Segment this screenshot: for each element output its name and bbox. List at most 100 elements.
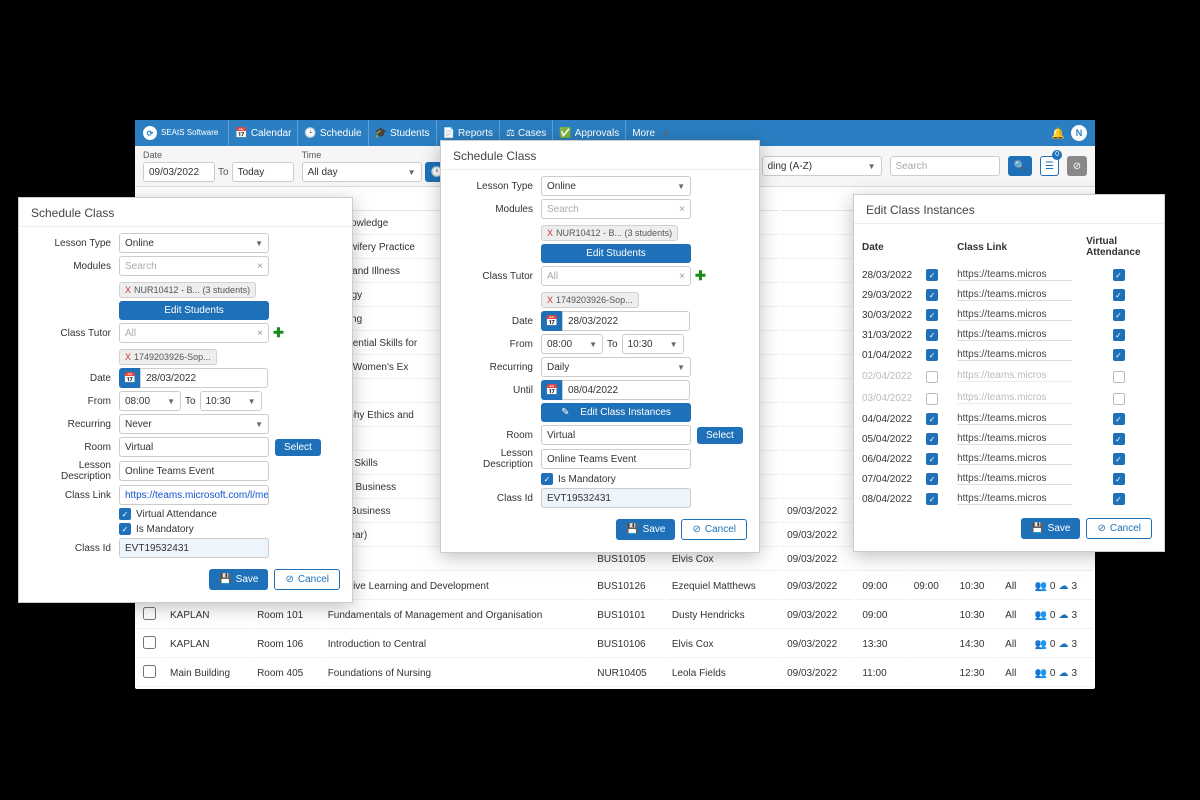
edit-students-button[interactable]: Edit Students xyxy=(541,244,691,263)
table-row[interactable]: KAPLANRoom 106Introduction to CentralBUS… xyxy=(137,631,1093,658)
cloud-icon[interactable]: ☁ xyxy=(1058,639,1068,650)
date-input[interactable]: 28/03/2022 xyxy=(140,368,268,388)
edit-instances-button[interactable]: ✎ Edit Class Instances xyxy=(541,403,691,422)
recurring-select[interactable]: Never▼ xyxy=(119,414,269,434)
cancel-button[interactable]: ⊘Cancel xyxy=(1086,518,1152,539)
instance-va-checkbox[interactable] xyxy=(1113,393,1125,405)
search-button[interactable]: 🔍 xyxy=(1008,156,1032,176)
save-button[interactable]: 💾Save xyxy=(209,569,268,590)
modules-search-input[interactable]: Search× xyxy=(541,199,691,219)
module-tag[interactable]: XNUR10412 - B... (3 students) xyxy=(541,225,678,241)
cloud-icon[interactable]: ☁ xyxy=(1058,610,1068,621)
remove-icon[interactable]: X xyxy=(547,295,553,305)
instance-link[interactable]: https://teams.micros xyxy=(957,433,1072,445)
nav-students[interactable]: 🎓Students xyxy=(368,120,436,146)
room-select-button[interactable]: Select xyxy=(697,427,743,444)
date-from-input[interactable]: 09/03/2022 xyxy=(143,162,215,182)
virtual-attendance-checkbox[interactable] xyxy=(119,508,131,520)
recurring-select[interactable]: Daily▼ xyxy=(541,357,691,377)
instance-link[interactable]: https://teams.micros xyxy=(957,289,1072,301)
instance-va-checkbox[interactable] xyxy=(1113,371,1125,383)
nav-schedule[interactable]: 🕒Schedule xyxy=(297,120,367,146)
module-tag[interactable]: XNUR10412 - B... (3 students) xyxy=(119,282,256,298)
lesson-type-select[interactable]: Online▼ xyxy=(541,176,691,196)
edit-students-button[interactable]: Edit Students xyxy=(119,301,269,320)
save-button[interactable]: 💾Save xyxy=(1021,518,1080,539)
instance-va-checkbox[interactable] xyxy=(1113,309,1125,321)
instance-enable-checkbox[interactable] xyxy=(926,493,938,505)
users-icon[interactable]: 👥 xyxy=(1034,639,1046,650)
remove-icon[interactable]: X xyxy=(125,285,131,295)
instance-va-checkbox[interactable] xyxy=(1113,349,1125,361)
row-checkbox[interactable] xyxy=(143,607,156,620)
sort-select[interactable]: ding (A-Z)▼ xyxy=(762,156,882,176)
instance-enable-checkbox[interactable] xyxy=(926,433,938,445)
row-checkbox[interactable] xyxy=(143,665,156,678)
mandatory-checkbox[interactable] xyxy=(541,473,553,485)
from-time-select[interactable]: 08:00▼ xyxy=(541,334,603,354)
link-input[interactable]: https://teams.microsoft.com/l/meetu xyxy=(119,485,269,505)
table-row[interactable]: Main BuildingRoom 405Foundations of Nurs… xyxy=(137,660,1093,687)
instance-enable-checkbox[interactable] xyxy=(926,371,938,383)
instance-va-checkbox[interactable] xyxy=(1113,493,1125,505)
desc-input[interactable]: Online Teams Event xyxy=(119,461,269,481)
instance-enable-checkbox[interactable] xyxy=(926,329,938,341)
instance-enable-checkbox[interactable] xyxy=(926,269,938,281)
remove-icon[interactable]: X xyxy=(547,228,553,238)
instance-va-checkbox[interactable] xyxy=(1113,329,1125,341)
calendar-icon[interactable]: 📅 xyxy=(541,311,563,331)
room-input[interactable]: Virtual xyxy=(541,425,691,445)
cloud-icon[interactable]: ☁ xyxy=(1058,668,1068,679)
table-row[interactable]: KAPLANRoom 101Fundamentals of Management… xyxy=(137,602,1093,629)
date-to-input[interactable]: Today xyxy=(232,162,294,182)
instance-link[interactable]: https://teams.micros xyxy=(957,349,1072,361)
room-input[interactable]: Virtual xyxy=(119,437,269,457)
instance-link[interactable]: https://teams.micros xyxy=(957,453,1072,465)
cancel-button[interactable]: ⊘Cancel xyxy=(681,519,747,540)
remove-icon[interactable]: X xyxy=(125,352,131,362)
classid-input[interactable]: EVT19532431 xyxy=(541,488,691,508)
instance-va-checkbox[interactable] xyxy=(1113,289,1125,301)
from-time-select[interactable]: 08:00▼ xyxy=(119,391,181,411)
users-icon[interactable]: 👥 xyxy=(1034,581,1046,592)
time-select[interactable]: All day▼ xyxy=(302,162,422,182)
instance-enable-checkbox[interactable] xyxy=(926,453,938,465)
instance-link[interactable]: https://teams.micros xyxy=(957,329,1072,341)
cloud-icon[interactable]: ☁ xyxy=(1058,581,1068,592)
desc-input[interactable]: Online Teams Event xyxy=(541,449,691,469)
calendar-icon[interactable]: 📅 xyxy=(541,380,563,400)
add-tutor-icon[interactable]: ✚ xyxy=(695,268,706,284)
to-time-select[interactable]: 10:30▼ xyxy=(200,391,262,411)
tutor-select[interactable]: All× xyxy=(541,266,691,286)
instance-link[interactable]: https://teams.micros xyxy=(957,370,1072,382)
instance-va-checkbox[interactable] xyxy=(1113,453,1125,465)
instance-link[interactable]: https://teams.micros xyxy=(957,493,1072,505)
instance-enable-checkbox[interactable] xyxy=(926,289,938,301)
modules-search-input[interactable]: Search× xyxy=(119,256,269,276)
instance-link[interactable]: https://teams.micros xyxy=(957,309,1072,321)
instance-link[interactable]: https://teams.micros xyxy=(957,392,1072,404)
user-avatar[interactable]: N xyxy=(1071,125,1087,141)
lesson-type-select[interactable]: Online▼ xyxy=(119,233,269,253)
instance-link[interactable]: https://teams.micros xyxy=(957,473,1072,485)
reset-filter-button[interactable]: ⊘ xyxy=(1067,156,1087,176)
nav-calendar[interactable]: 📅Calendar xyxy=(228,120,297,146)
tutor-select[interactable]: All× xyxy=(119,323,269,343)
users-icon[interactable]: 👥 xyxy=(1034,610,1046,621)
save-button[interactable]: 💾Save xyxy=(616,519,675,540)
instance-link[interactable]: https://teams.micros xyxy=(957,413,1072,425)
instance-link[interactable]: https://teams.micros xyxy=(957,269,1072,281)
instance-va-checkbox[interactable] xyxy=(1113,269,1125,281)
instance-enable-checkbox[interactable] xyxy=(926,473,938,485)
calendar-icon[interactable]: 📅 xyxy=(119,368,141,388)
date-input[interactable]: 28/03/2022 xyxy=(562,311,690,331)
instance-va-checkbox[interactable] xyxy=(1113,473,1125,485)
instance-enable-checkbox[interactable] xyxy=(926,309,938,321)
instance-enable-checkbox[interactable] xyxy=(926,413,938,425)
instance-va-checkbox[interactable] xyxy=(1113,433,1125,445)
search-input[interactable]: Search xyxy=(890,156,1000,176)
room-select-button[interactable]: Select xyxy=(275,439,321,456)
instance-va-checkbox[interactable] xyxy=(1113,413,1125,425)
bell-icon[interactable]: 🔔 xyxy=(1051,127,1065,140)
mandatory-checkbox[interactable] xyxy=(119,523,131,535)
